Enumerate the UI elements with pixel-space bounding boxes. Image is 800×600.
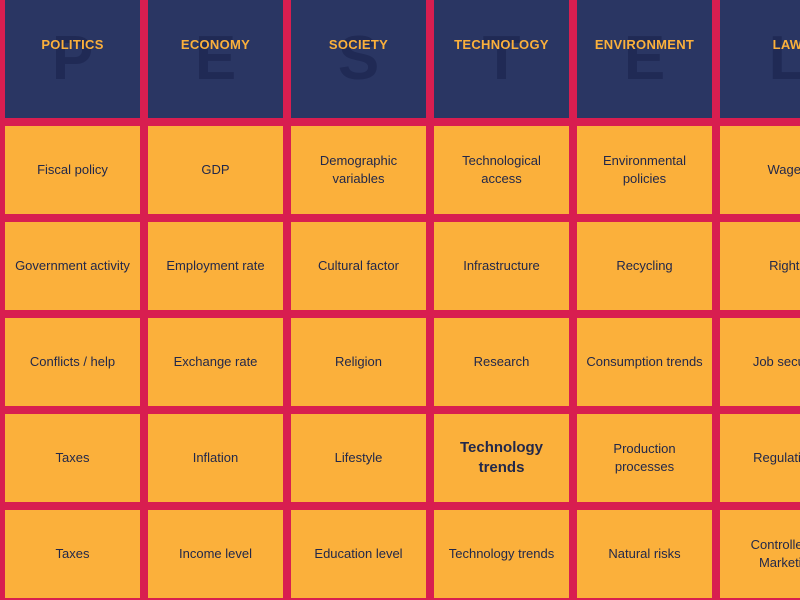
grid-cell[interactable]: Natural risks [577,510,712,598]
grid-cell-label: Exchange rate [173,354,258,370]
grid-cell-label: Inflation [192,450,239,466]
header-cell-law[interactable]: L LAW [720,0,800,118]
header-label: ECONOMY [180,37,251,52]
grid-cell[interactable]: Income level [148,510,283,598]
grid-cell-label: Infrastructure [463,258,540,274]
grid-cell-label: Taxes [55,546,90,562]
grid-cell-label: Demographic variables [319,153,398,186]
grid-cell-label: Government activity [15,258,130,274]
header-cell-technology[interactable]: T TECHNOLOGY [434,0,569,118]
grid-cell-label: Recycling [616,258,673,274]
header-cell-economy[interactable]: E ECONOMY [148,0,283,118]
grid-cell-label: Cultural factor [318,258,399,274]
grid-cell-label: Technological access [462,153,541,186]
grid-cell[interactable]: Recycling [577,222,712,310]
grid-cell[interactable]: Exchange rate [148,318,283,406]
header-cell-society[interactable]: S SOCIETY [291,0,426,118]
grid-cell-label: Education level [314,546,403,562]
grid-cell[interactable]: Technological access [434,126,569,214]
grid-cell-label: Regulations [753,450,800,466]
grid-cell-label: Fiscal policy [37,162,108,178]
grid-cell[interactable]: GDP [148,126,283,214]
grid-cell[interactable]: Demographic variables [291,126,426,214]
grid-cell-label: Taxes [55,450,90,466]
grid-cell[interactable]: Infrastructure [434,222,569,310]
header-label: LAW [772,37,800,52]
pestel-grid: P POLITICS E ECONOMY S SOCIETY T TECHNOLOGY E ENV… [0,0,800,600]
grid-cell-label: Lifestyle [334,450,383,466]
grid-cell[interactable]: Taxes [5,414,140,502]
grid-cell[interactable]: Taxes [5,510,140,598]
grid-cell-label: Research [473,354,530,370]
grid-cell[interactable]: Employment rate [148,222,283,310]
grid-cell-label: Consumption trends [586,354,703,370]
grid-cell[interactable]: Job security [720,318,800,406]
header-label: TECHNOLOGY [454,37,549,52]
header-cell-environment[interactable]: E ENVIRONMENT [577,0,712,118]
grid-cell[interactable]: Research [434,318,569,406]
grid-cell[interactable]: Government activity [5,222,140,310]
grid-cell[interactable]: Inflation [148,414,283,502]
grid-cell[interactable]: Controlled of Marketing [720,510,800,598]
grid-cell-label: Wages [767,162,800,178]
grid-cell[interactable]: Cultural factor [291,222,426,310]
header-label: POLITICS [41,37,104,52]
grid-cell[interactable]: Fiscal policy [5,126,140,214]
grid-cell[interactable]: Consumption trends [577,318,712,406]
header-cell-politics[interactable]: P POLITICS [5,0,140,118]
grid-cell[interactable]: Technology trends [434,414,569,502]
grid-cell-label: Controlled of Marketing [750,537,800,570]
grid-cell[interactable]: Environmental policies [577,126,712,214]
grid-cell-label: Job security [752,354,800,370]
grid-cell-label: Technology trends [459,438,544,476]
grid-cell-label: Employment rate [166,258,265,274]
grid-cell-label: Income level [179,546,252,562]
grid-cell[interactable]: Education level [291,510,426,598]
grid-cell-label: Religion [335,354,382,370]
grid-cell[interactable]: Regulations [720,414,800,502]
grid-cell-label: Rights [769,258,800,274]
grid-cell-label: Conflicts / help [29,354,116,370]
grid-cell[interactable]: Wages [720,126,800,214]
grid-cell-label: Production processes [613,441,676,474]
header-label: ENVIRONMENT [594,37,695,52]
grid-cell-label: Environmental policies [602,153,687,186]
grid-cell-label: Technology trends [448,546,555,562]
grid-cell[interactable]: Technology trends [434,510,569,598]
grid-cell[interactable]: Rights [720,222,800,310]
grid-cell-label: GDP [201,162,230,178]
grid-cell[interactable]: Lifestyle [291,414,426,502]
grid-cell[interactable]: Conflicts / help [5,318,140,406]
grid-cell-label: Natural risks [608,546,681,562]
header-label: SOCIETY [328,37,389,52]
grid-cell[interactable]: Production processes [577,414,712,502]
grid-cell[interactable]: Religion [291,318,426,406]
